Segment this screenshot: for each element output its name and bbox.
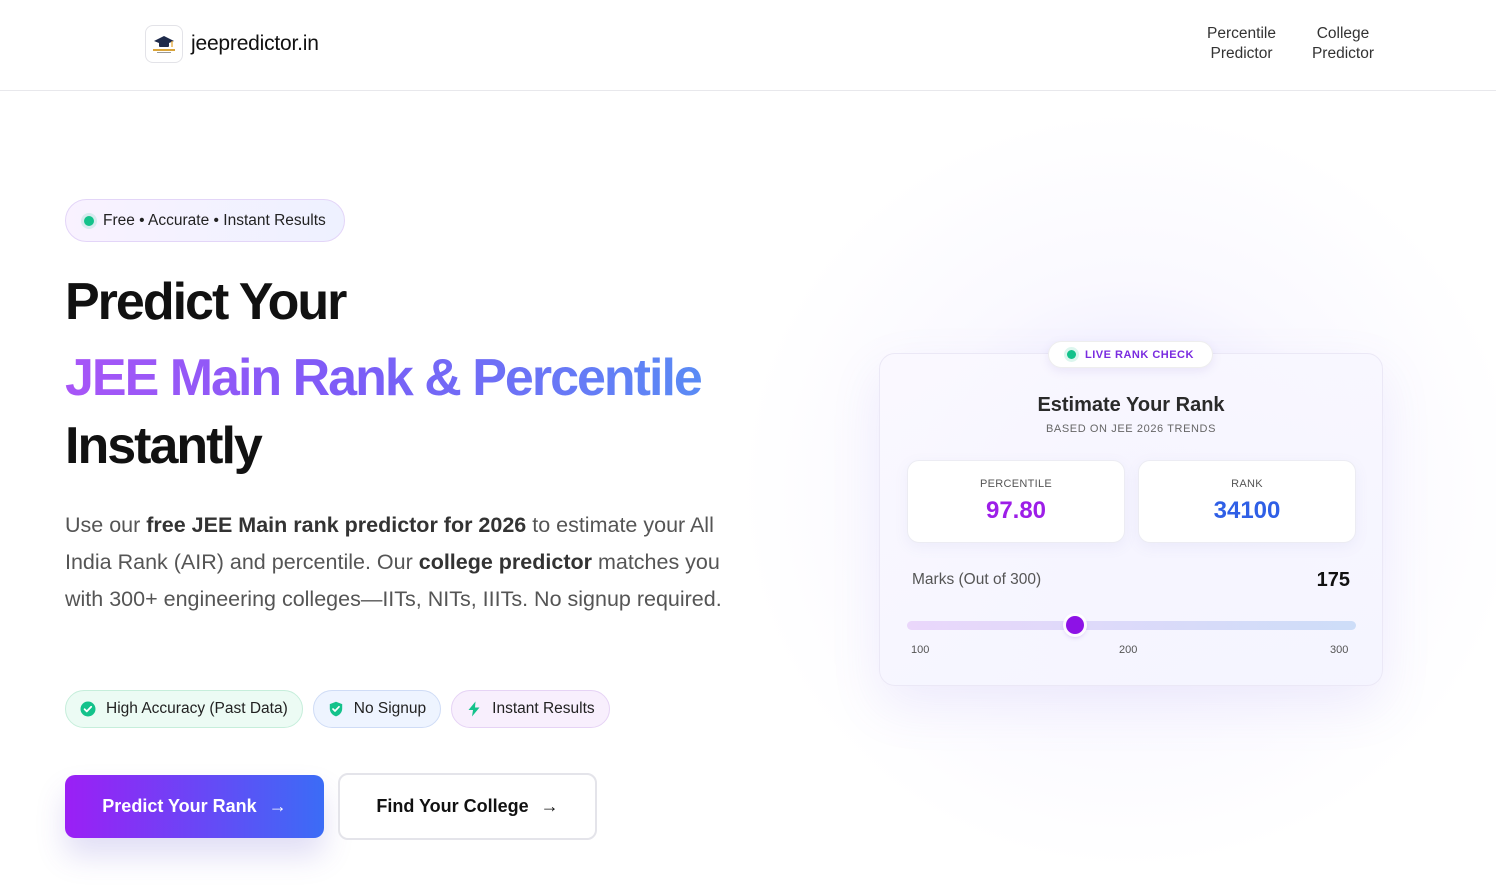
shield-check-icon [328,701,344,717]
nav-label-line: Predictor [1311,45,1374,62]
check-circle-icon [80,701,96,717]
stat-label: PERCENTILE [979,478,1053,490]
pill-text: Free • Accurate • Instant Results [103,211,326,229]
arrow-right-icon: → [540,796,559,816]
marks-label: Marks (Out of 300) [912,571,1042,588]
hero-description: Use our free JEE Main rank predictor for… [65,507,745,618]
marks-slider-thumb[interactable] [1066,616,1085,634]
graduation-cap-icon [145,25,183,63]
slider-tick-label: 300 [1330,644,1349,656]
rank-value: 34100 [1213,497,1281,524]
button-label: Predict Your Rank [102,796,257,816]
percentile-stat: PERCENTILE 97.80 [907,460,1125,543]
headline-line-3: Instantly [65,417,263,475]
desc-bold: free JEE Main rank predictor for 2026 [146,513,527,537]
badge-label: LIVE RANK CHECK [1085,348,1194,361]
headline-line-1: Predict Your [65,273,347,331]
nav-percentile-predictor[interactable]: Percentile Predictor [1207,24,1276,64]
feature-chips: High Accuracy (Past Data) No Signup Inst… [65,690,610,728]
stat-label: RANK [1231,478,1263,490]
slider-tick-label: 200 [1119,644,1138,656]
predict-rank-button[interactable]: Predict Your Rank → [65,775,324,838]
rank-stat: RANK 34100 [1138,460,1356,543]
chip-label: Instant Results [492,700,595,717]
brand-link[interactable]: jeepredictor.in [145,25,319,63]
card-subtitle: BASED ON JEE 2026 TRENDS [1045,423,1217,435]
percentile-value: 97.80 [985,497,1047,524]
site-header: jeepredictor.in Percentile Predictor Col… [0,0,1496,91]
main-nav: Percentile Predictor College Predictor [1207,24,1374,64]
desc-bold: college predictor [418,550,592,574]
card-title: Estimate Your Rank [1037,394,1225,416]
nav-label-line: Predictor [1210,45,1273,62]
rank-estimate-card: Estimate Your Rank BASED ON JEE 2026 TRE… [879,353,1383,686]
find-college-button[interactable]: Find Your College → [338,773,597,840]
chip-label: High Accuracy (Past Data) [106,700,288,717]
chip-no-signup: No Signup [312,690,442,728]
slider-tick-label: 100 [911,644,930,656]
chip-high-accuracy: High Accuracy (Past Data) [65,690,303,728]
marks-value: 175 [1316,569,1350,591]
brand-name: jeepredictor.in [191,32,319,55]
chip-instant-results: Instant Results [451,690,610,728]
chip-label: No Signup [353,700,427,717]
marks-slider-track[interactable] [907,621,1356,630]
features-pill: Free • Accurate • Instant Results [65,199,345,242]
nav-label-line: Percentile [1207,25,1276,42]
nav-college-predictor[interactable]: College Predictor [1312,24,1374,64]
arrow-right-icon: → [268,796,287,816]
button-label: Find Your College [376,796,529,816]
headline-line-2: JEE Main Rank & Percentile [65,349,703,407]
nav-label-line: College [1316,25,1370,42]
desc-text: Use our [65,513,147,537]
lightning-icon [466,701,482,717]
live-rank-check-badge: LIVE RANK CHECK [1048,341,1213,368]
status-dot-icon [84,215,94,226]
status-dot-icon [1067,350,1076,359]
